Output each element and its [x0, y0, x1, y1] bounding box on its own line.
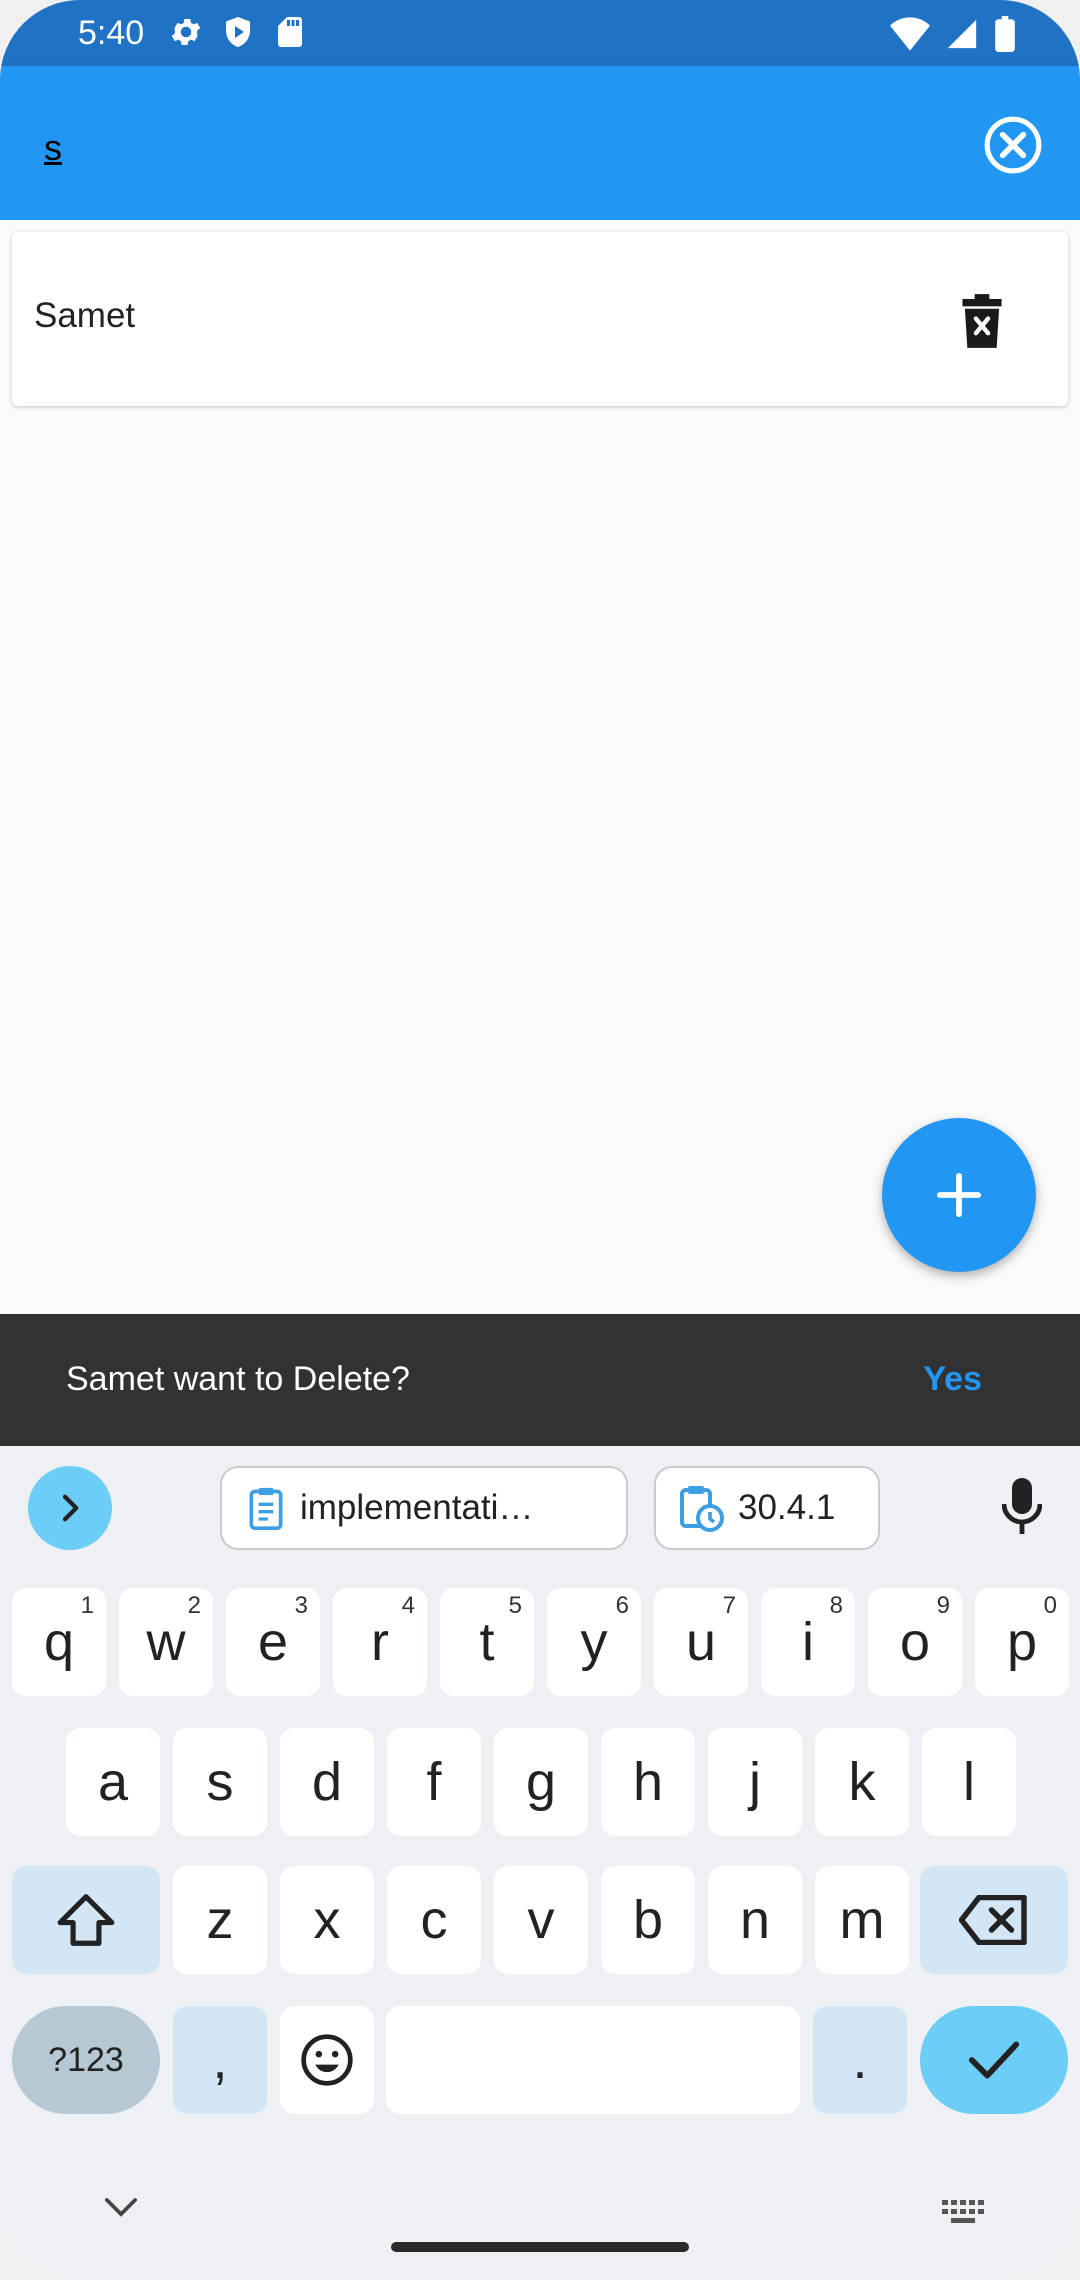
chevron-down-icon[interactable] — [104, 2196, 138, 2218]
plus-icon — [936, 1172, 982, 1218]
close-circle-icon — [984, 116, 1042, 174]
key-f[interactable]: f — [387, 1728, 481, 1836]
status-bar: 5:40 — [0, 0, 1080, 66]
content-area: Samet — [0, 220, 1080, 1314]
list-item-title: Samet — [34, 296, 136, 335]
clipboard-clock-icon — [680, 1486, 724, 1532]
voice-input-button[interactable] — [1001, 1476, 1043, 1536]
check-icon — [968, 2041, 1020, 2079]
key-g[interactable]: g — [494, 1728, 588, 1836]
home-indicator[interactable] — [391, 2242, 689, 2252]
status-icons-right — [890, 16, 1016, 52]
space-key[interactable] — [386, 2006, 800, 2114]
status-icons-left — [168, 14, 308, 50]
signal-icon — [947, 19, 977, 49]
emoji-icon — [301, 2034, 353, 2086]
key-r[interactable]: r4 — [333, 1588, 427, 1696]
key-d[interactable]: d — [280, 1728, 374, 1836]
search-input[interactable] — [44, 120, 944, 176]
suggestions-expand-button[interactable] — [28, 1466, 112, 1550]
key-i[interactable]: i8 — [761, 1588, 855, 1696]
delete-icon — [962, 294, 1002, 348]
status-time: 5:40 — [78, 14, 145, 52]
keyboard-icon[interactable] — [942, 2200, 986, 2230]
enter-key[interactable] — [920, 2006, 1068, 2114]
key-q[interactable]: q1 — [12, 1588, 106, 1696]
key-t[interactable]: t5 — [440, 1588, 534, 1696]
shift-icon — [57, 1894, 115, 1946]
key-z[interactable]: z — [173, 1866, 267, 1974]
clipboard-suggestion-text: implementati… — [300, 1488, 534, 1527]
key-w[interactable]: w2 — [119, 1588, 213, 1696]
mic-icon — [1001, 1478, 1043, 1534]
snackbar: Samet want to Delete? Yes — [0, 1314, 1080, 1446]
clipboard-history-text: 30.4.1 — [738, 1488, 836, 1527]
comma-key[interactable]: , — [173, 2006, 267, 2114]
backspace-key[interactable] — [920, 1866, 1068, 1974]
gear-icon — [171, 18, 201, 46]
screen: 5:40 Samet — [0, 0, 1080, 2280]
shield-play-icon — [226, 17, 250, 47]
key-v[interactable]: v — [494, 1866, 588, 1974]
key-m[interactable]: m — [815, 1866, 909, 1974]
key-k[interactable]: k — [815, 1728, 909, 1836]
snackbar-message: Samet want to Delete? — [66, 1360, 410, 1398]
delete-button[interactable] — [960, 294, 1004, 348]
battery-icon — [995, 16, 1015, 52]
key-x[interactable]: x — [280, 1866, 374, 1974]
wifi-icon — [890, 17, 930, 51]
shift-key[interactable] — [12, 1866, 160, 1974]
sd-card-icon — [278, 17, 302, 47]
key-n[interactable]: n — [708, 1866, 802, 1974]
clipboard-icon — [249, 1487, 283, 1530]
key-s[interactable]: s — [173, 1728, 267, 1836]
key-l[interactable]: l — [922, 1728, 1016, 1836]
key-h[interactable]: h — [601, 1728, 695, 1836]
key-u[interactable]: u7 — [654, 1588, 748, 1696]
key-a[interactable]: a — [66, 1728, 160, 1836]
emoji-key[interactable] — [280, 2006, 374, 2114]
keyboard: implementati… 30.4.1 q1 w2 e3 r4 t5 y6 u… — [0, 1446, 1080, 2280]
app-bar — [0, 66, 1080, 220]
symbols-key[interactable]: ?123 — [12, 2006, 160, 2114]
add-button[interactable] — [882, 1118, 1036, 1272]
period-key[interactable]: . — [813, 2006, 907, 2114]
snackbar-yes-button[interactable]: Yes — [923, 1360, 982, 1399]
key-c[interactable]: c — [387, 1866, 481, 1974]
list-item[interactable]: Samet — [12, 232, 1068, 406]
backspace-icon — [959, 1895, 1027, 1945]
key-o[interactable]: o9 — [868, 1588, 962, 1696]
key-e[interactable]: e3 — [226, 1588, 320, 1696]
chevron-right-icon — [62, 1494, 79, 1522]
clear-search-button[interactable] — [982, 114, 1044, 176]
key-y[interactable]: y6 — [547, 1588, 641, 1696]
key-j[interactable]: j — [708, 1728, 802, 1836]
clipboard-history-suggestion[interactable]: 30.4.1 — [654, 1466, 880, 1550]
key-b[interactable]: b — [601, 1866, 695, 1974]
key-p[interactable]: p0 — [975, 1588, 1069, 1696]
clipboard-suggestion[interactable]: implementati… — [220, 1466, 628, 1550]
